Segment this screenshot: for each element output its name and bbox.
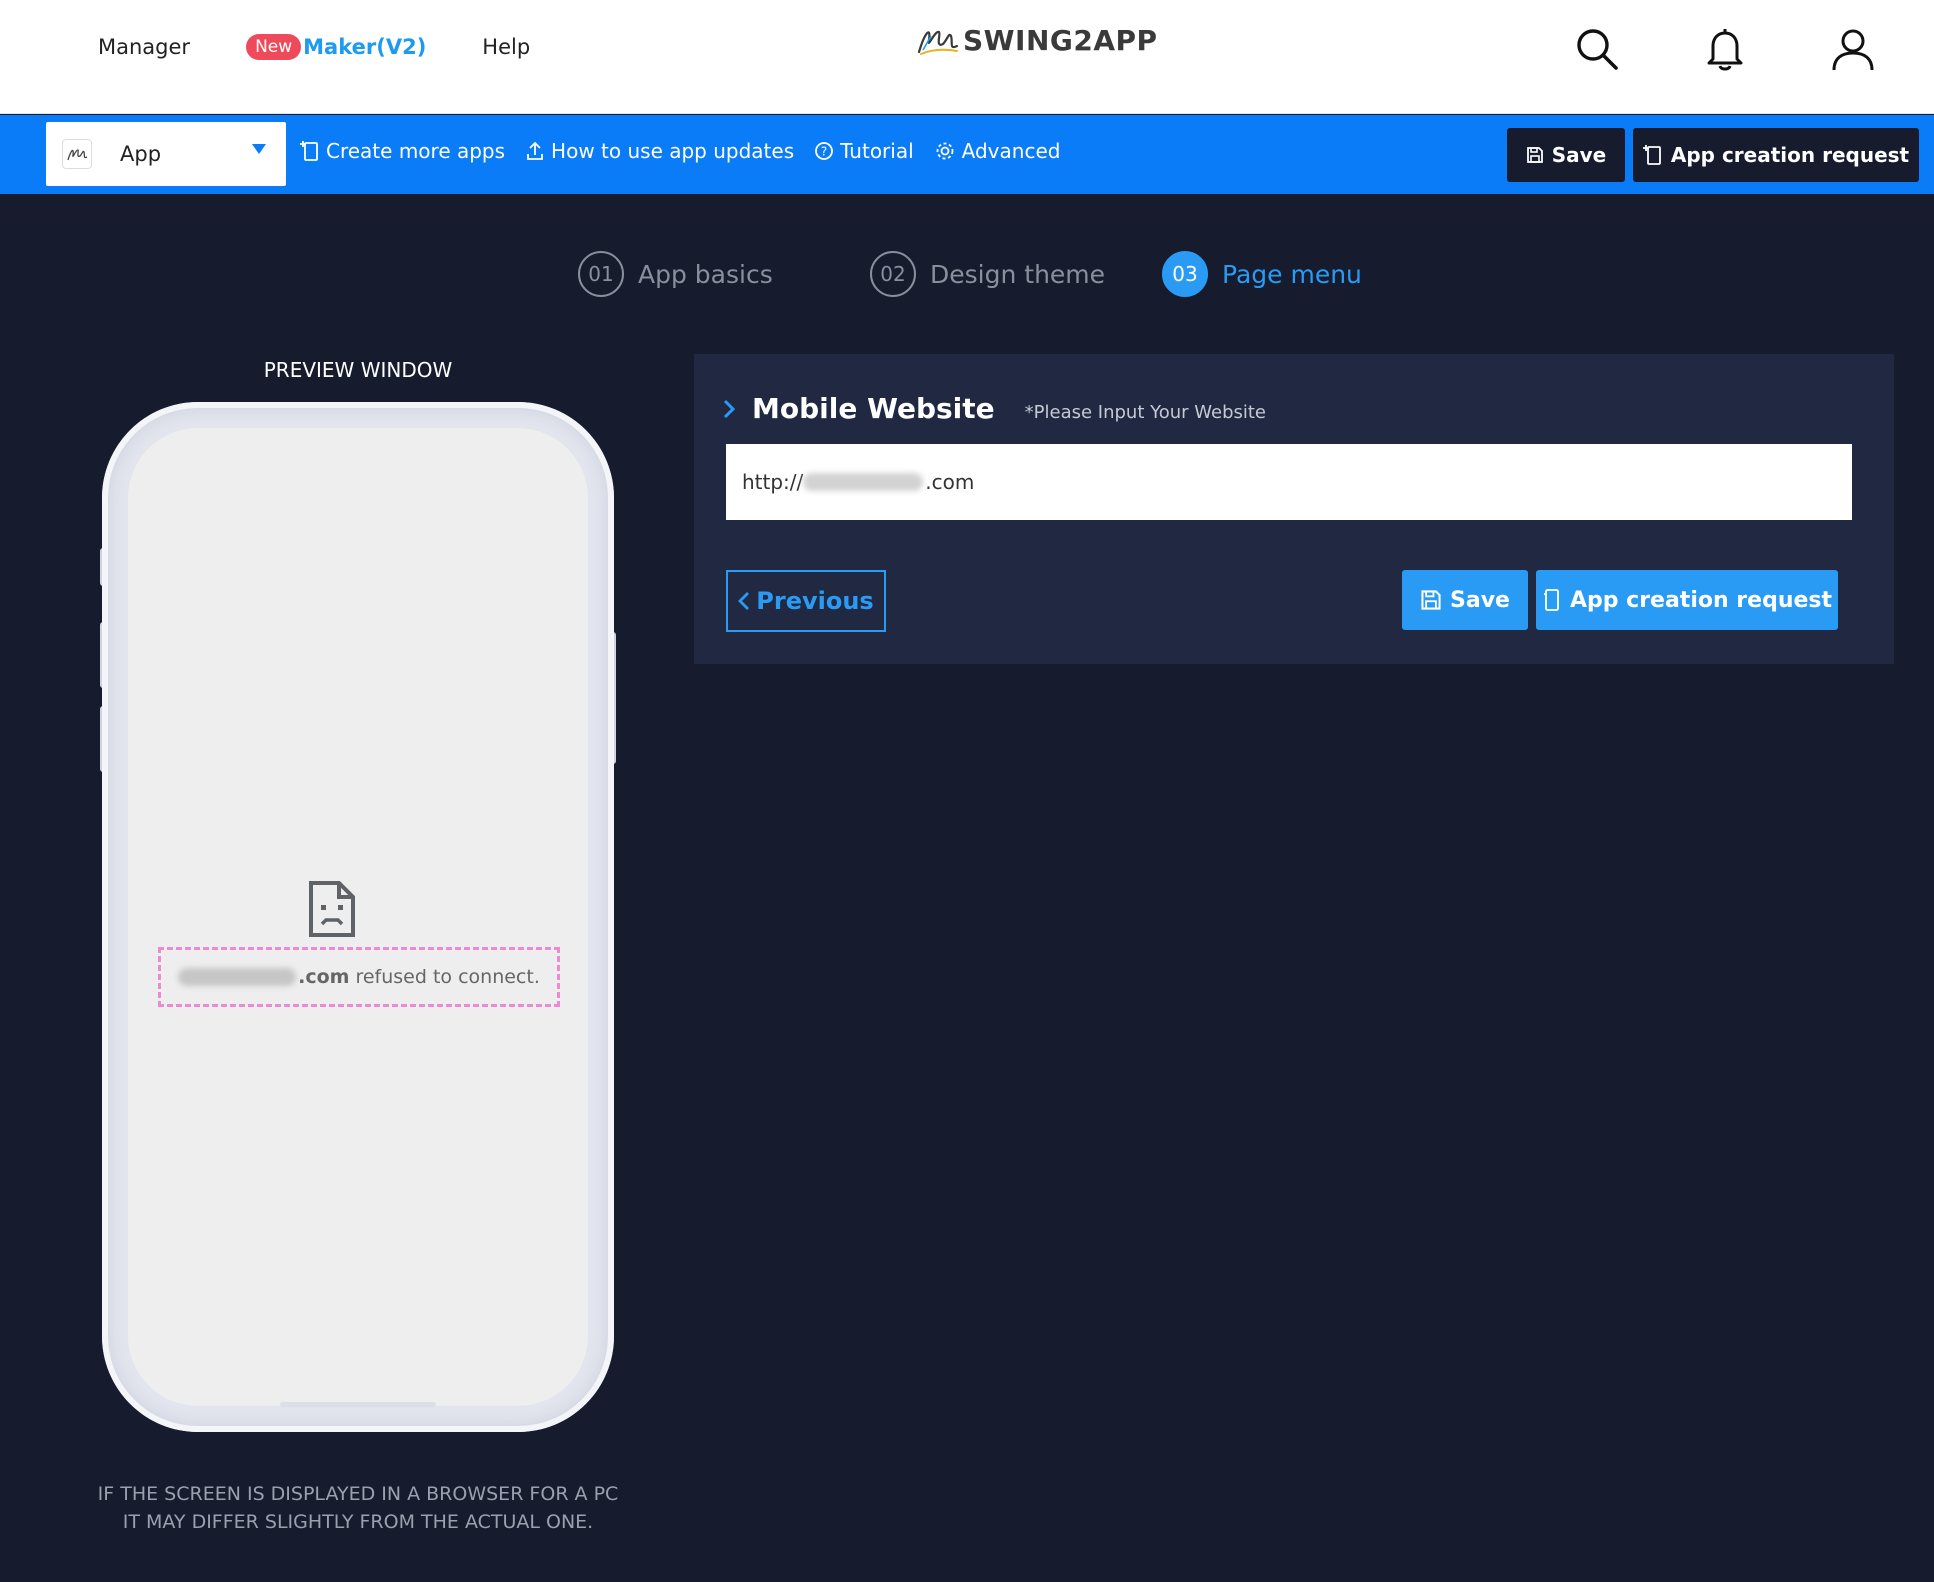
broken-page-icon — [308, 880, 356, 942]
help-circle-icon: ? — [815, 142, 834, 160]
new-app-icon — [300, 141, 318, 161]
how-to-use-app-updates-label: How to use app updates — [551, 139, 795, 163]
step-number: 02 — [870, 251, 916, 297]
toolbar-links: Create more apps How to use app updates … — [300, 139, 1080, 163]
panel-header: Mobile Website *Please Input Your Websit… — [722, 392, 1266, 425]
user-icon[interactable] — [1830, 26, 1876, 72]
save-icon — [1421, 590, 1441, 610]
preview-note-line-2: IT MAY DIFFER SLIGHTLY FROM THE ACTUAL O… — [122, 1511, 594, 1533]
app-selector-label: App — [120, 142, 162, 166]
preview-note-line-1: IF THE SCREEN IS DISPLAYED IN A BROWSER … — [97, 1483, 619, 1505]
step-label: Design theme — [930, 259, 1106, 289]
phone-home-indicator — [280, 1402, 436, 1407]
nav-help[interactable]: Help — [482, 35, 530, 59]
phone-screen — [128, 428, 588, 1406]
tutorial-link[interactable]: ? Tutorial — [814, 139, 914, 163]
new-badge: New — [246, 34, 302, 60]
url-suffix: .com — [925, 470, 975, 494]
nav-maker-v2[interactable]: New Maker(V2) — [246, 34, 426, 60]
bell-icon[interactable] — [1702, 26, 1748, 72]
step-number: 03 — [1162, 251, 1208, 297]
maker-v2-label: Maker(V2) — [303, 35, 427, 59]
new-app-icon — [1642, 145, 1661, 165]
step-app-basics[interactable]: 01 App basics — [578, 251, 773, 297]
search-icon[interactable] — [1574, 26, 1620, 72]
app-thumbnail-icon — [62, 139, 92, 169]
toolbar-app-creation-request-button[interactable]: App creation request — [1633, 128, 1919, 182]
blurred-domain — [803, 473, 924, 491]
chevron-right-icon — [723, 399, 736, 418]
refused-text: refused to connect. — [355, 966, 540, 988]
top-header: Manager New Maker(V2) Help SWING2APP — [0, 0, 1934, 114]
logo-text: SWING2APP — [963, 23, 1158, 57]
toolbar-save-label: Save — [1551, 143, 1607, 167]
logo-signature-icon — [917, 30, 959, 55]
caret-down-icon — [252, 144, 266, 154]
top-nav: Manager New Maker(V2) Help — [98, 34, 586, 60]
mobile-website-panel: Mobile Website *Please Input Your Websit… — [694, 354, 1894, 664]
save-icon — [1526, 147, 1543, 163]
create-more-apps-link[interactable]: Create more apps — [300, 139, 505, 163]
swing2app-logo[interactable]: SWING2APP — [915, 22, 1158, 58]
panel-save-button[interactable]: Save — [1402, 570, 1528, 630]
url-prefix: http:// — [742, 470, 804, 494]
advanced-link[interactable]: Advanced — [934, 139, 1061, 163]
previous-label: Previous — [756, 587, 874, 615]
upload-icon — [527, 141, 543, 160]
app-selector-dropdown[interactable]: App — [46, 122, 286, 186]
phone-icon — [1543, 589, 1559, 611]
panel-app-creation-request-label: App creation request — [1569, 587, 1833, 613]
toolbar-app-creation-request-label: App creation request — [1670, 143, 1910, 167]
tutorial-label: Tutorial — [840, 139, 914, 163]
advanced-label: Advanced — [961, 139, 1061, 163]
panel-app-creation-request-button[interactable]: App creation request — [1536, 570, 1838, 630]
app-toolbar: App Create more apps How to use app upda… — [0, 115, 1934, 194]
chevron-left-icon — [738, 592, 750, 610]
step-page-menu[interactable]: 03 Page menu — [1162, 251, 1362, 297]
website-url-input[interactable]: http:// .com — [726, 444, 1852, 520]
refused-to-connect-message: .com refused to connect. — [158, 947, 560, 1007]
step-number: 01 — [578, 251, 624, 297]
step-label: App basics — [638, 259, 773, 289]
preview-disclaimer: IF THE SCREEN IS DISPLAYED IN A BROWSER … — [82, 1480, 634, 1536]
step-label: Page menu — [1222, 259, 1362, 289]
toolbar-save-button[interactable]: Save — [1507, 128, 1625, 182]
panel-hint: *Please Input Your Website — [1024, 402, 1267, 423]
gear-icon — [936, 142, 954, 160]
blurred-domain — [178, 968, 297, 986]
panel-title: Mobile Website — [752, 392, 995, 425]
svg-text:?: ? — [821, 145, 827, 159]
how-to-use-app-updates-link[interactable]: How to use app updates — [525, 139, 794, 163]
create-more-apps-label: Create more apps — [326, 139, 506, 163]
previous-button[interactable]: Previous — [726, 570, 886, 632]
panel-save-label: Save — [1450, 587, 1510, 613]
preview-window-title: PREVIEW WINDOW — [263, 358, 453, 382]
step-design-theme[interactable]: 02 Design theme — [870, 251, 1105, 297]
nav-manager[interactable]: Manager — [98, 35, 190, 59]
refused-domain-suffix: .com — [298, 966, 350, 988]
